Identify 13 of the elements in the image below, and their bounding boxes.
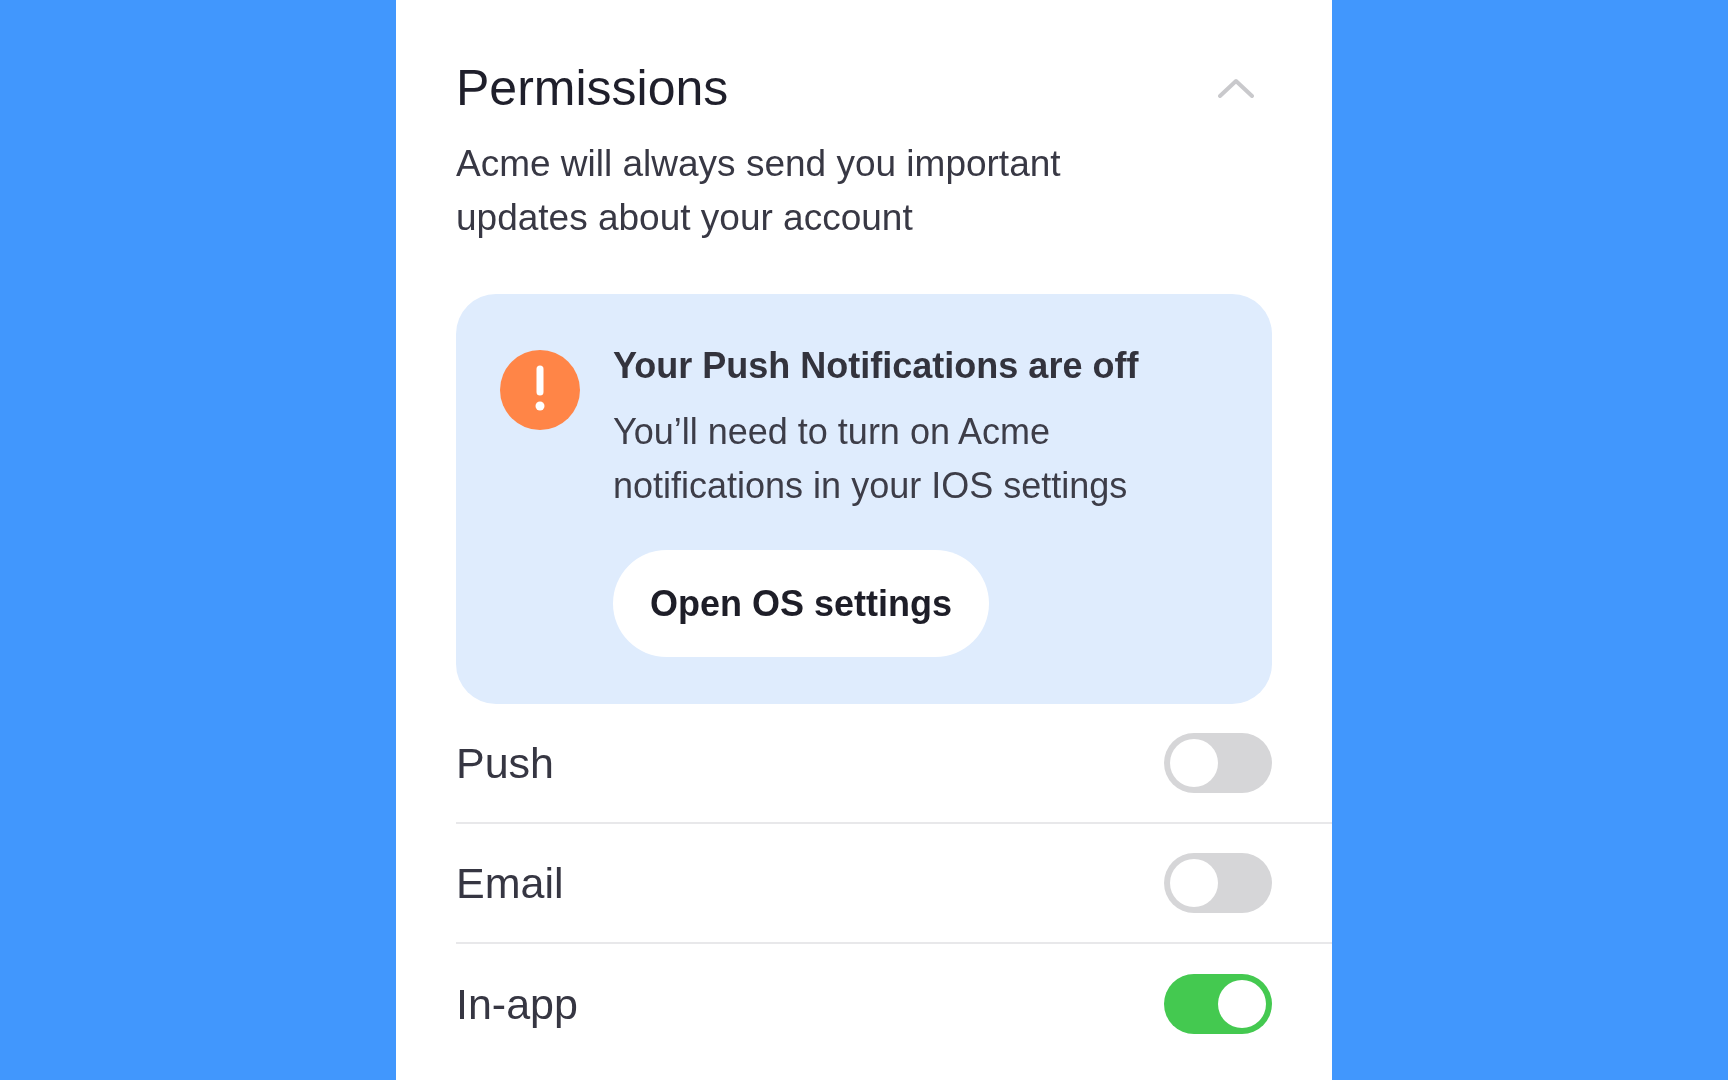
toggle-switch[interactable] (1164, 974, 1272, 1034)
exclamation-icon (500, 350, 580, 430)
toggle-switch[interactable] (1164, 733, 1272, 793)
section-title: Permissions (456, 59, 729, 118)
chevron-up-icon[interactable] (1218, 78, 1254, 98)
open-settings-button[interactable]: Open OS settings (613, 550, 990, 657)
toggle-switch[interactable] (1164, 853, 1272, 913)
channel-label: Email (456, 858, 564, 909)
section-description: Acme will always send you important updates about your account (456, 142, 1062, 240)
channel-label: In-app (456, 979, 578, 1030)
alert-title: Your Push Notifications are off (613, 344, 1139, 388)
alert-message: You’ll need to turn on Acme notifications in your IOS settings (613, 410, 1129, 508)
channel-label: Push (456, 738, 554, 789)
